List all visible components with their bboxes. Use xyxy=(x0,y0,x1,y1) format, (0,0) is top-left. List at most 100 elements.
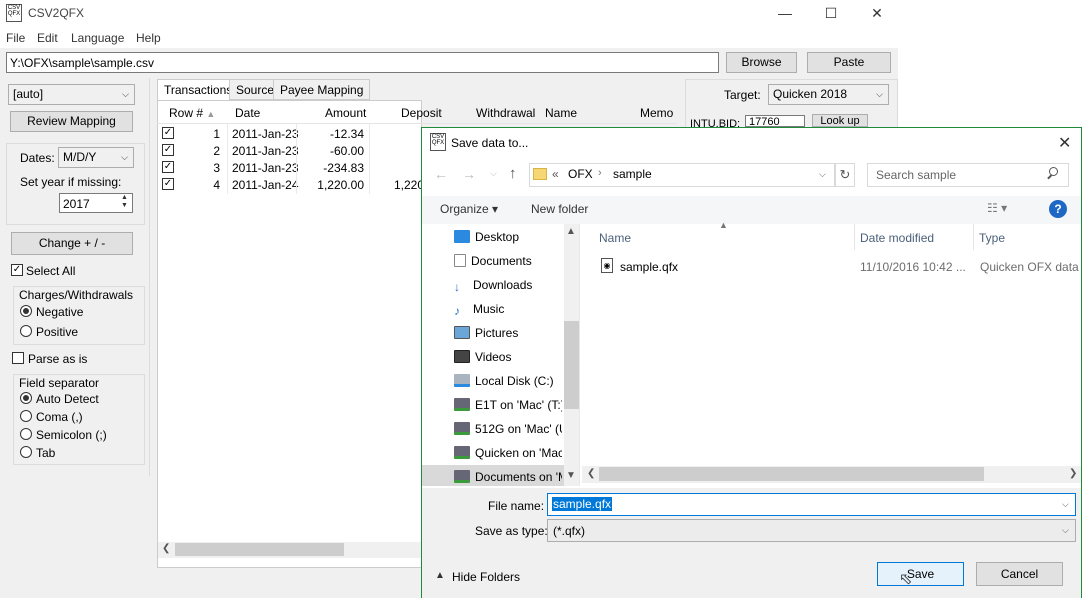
column-separator xyxy=(973,224,974,250)
dialog-close-icon[interactable]: ✕ xyxy=(1058,133,1071,153)
scroll-right-icon[interactable]: ❯ xyxy=(1069,468,1077,479)
separator-radio-coma[interactable] xyxy=(20,410,32,422)
network-drive-icon xyxy=(454,422,470,435)
column-header-date[interactable]: Date modified xyxy=(860,231,934,245)
minimize-button[interactable]: — xyxy=(762,0,808,26)
row-amount: 1,220.00 xyxy=(317,178,364,192)
breadcrumb-ofx[interactable]: OFX xyxy=(568,167,593,181)
nav-item-quicken[interactable]: Quicken on 'Mac' xyxy=(454,446,562,460)
target-label: Target: xyxy=(724,88,761,102)
column-memo[interactable]: Memo xyxy=(640,106,673,120)
new-folder-button[interactable]: New folder xyxy=(531,202,588,216)
refresh-icon[interactable]: ↻ xyxy=(835,163,855,187)
close-button[interactable]: ✕ xyxy=(854,0,900,26)
file-name-dropdown-icon[interactable]: ⌵ xyxy=(1062,499,1069,510)
menu-help[interactable]: Help xyxy=(136,31,161,45)
network-drive-icon xyxy=(454,446,470,459)
scrollbar-thumb[interactable] xyxy=(175,543,344,556)
nav-item-documents-mac[interactable]: Documents on 'M xyxy=(454,470,562,484)
separator-radio-tab[interactable] xyxy=(20,446,32,458)
folder-tree: Desktop Documents ↓ Downloads ♪ Music Pict… xyxy=(422,224,564,486)
select-all-checkbox[interactable]: ✓ xyxy=(11,264,23,276)
column-deposit[interactable]: Deposit xyxy=(401,106,442,120)
hide-folders-button[interactable]: Hide Folders xyxy=(452,570,520,584)
view-options-icon[interactable]: ☷ ▾ xyxy=(987,201,1007,215)
nav-item-local-disk[interactable]: Local Disk (C:) xyxy=(454,374,562,388)
cancel-button[interactable]: Cancel xyxy=(976,562,1063,586)
forward-arrow-icon[interactable]: → xyxy=(462,166,476,182)
mapping-select[interactable]: [auto] ⌵ xyxy=(8,84,135,105)
file-name-value: sample.qfx xyxy=(552,497,613,511)
nav-item-videos[interactable]: Videos xyxy=(454,350,562,364)
breadcrumb-sample[interactable]: sample xyxy=(613,167,652,181)
menu-file[interactable]: File xyxy=(6,31,25,45)
column-amount[interactable]: Amount xyxy=(325,106,366,120)
tab-payee-mapping[interactable]: Payee Mapping xyxy=(273,79,371,100)
music-icon: ♪ xyxy=(454,304,460,317)
dates-format-select[interactable]: M/D/Y ⌵ xyxy=(58,147,134,168)
separator-radio-semicolon[interactable] xyxy=(20,428,32,440)
column-name[interactable]: Name xyxy=(545,106,577,120)
positive-radio[interactable] xyxy=(20,325,32,337)
row-amount: -12.34 xyxy=(329,127,364,141)
menu-edit[interactable]: Edit xyxy=(37,31,58,45)
separator-label-coma: Coma (,) xyxy=(36,410,83,424)
lookup-button[interactable]: Look up xyxy=(812,114,868,127)
row-checkbox[interactable]: ✓ xyxy=(162,178,174,190)
scroll-down-icon[interactable]: ▼ xyxy=(566,470,576,481)
organize-menu[interactable]: Organize ▾ xyxy=(440,202,498,216)
scroll-left-icon[interactable]: ❮ xyxy=(587,468,595,479)
file-list-scrollbar-thumb[interactable] xyxy=(599,467,984,481)
row-amount: -234.83 xyxy=(323,161,364,175)
save-type-select[interactable] xyxy=(547,519,1076,542)
paste-button[interactable]: Paste xyxy=(807,52,891,73)
row-number: 3 xyxy=(213,161,220,175)
column-row-number[interactable]: Row # ▲ xyxy=(169,106,215,120)
row-checkbox[interactable]: ✓ xyxy=(162,127,174,139)
help-icon[interactable]: ? xyxy=(1049,200,1067,218)
negative-radio[interactable] xyxy=(20,305,32,317)
menu-language[interactable]: Language xyxy=(71,31,124,45)
nav-scrollbar-thumb[interactable] xyxy=(564,321,579,409)
row-checkbox[interactable]: ✓ xyxy=(162,161,174,173)
nav-item-e1t[interactable]: E1T on 'Mac' (T:) xyxy=(454,398,562,412)
parse-as-is-checkbox[interactable] xyxy=(12,352,24,364)
tab-transactions[interactable]: Transactions xyxy=(157,79,240,101)
year-spinner[interactable]: ▲ ▼ xyxy=(117,194,132,212)
downloads-icon: ↓ xyxy=(454,280,460,293)
separator-radio-auto[interactable] xyxy=(20,392,32,404)
intu-bid-input[interactable]: 17760 xyxy=(745,115,805,127)
change-sign-button[interactable]: Change + / - xyxy=(11,232,133,255)
intu-bid-value: 17760 xyxy=(749,116,780,127)
recent-dropdown-icon[interactable]: ⌵ xyxy=(490,168,497,179)
review-mapping-button[interactable]: Review Mapping xyxy=(10,111,133,132)
file-name-input[interactable] xyxy=(547,493,1076,516)
target-select[interactable]: Quicken 2018 ⌵ xyxy=(768,84,889,105)
scroll-left-icon[interactable]: ❮ xyxy=(162,543,170,554)
nav-item-downloads[interactable]: ↓ Downloads xyxy=(454,278,562,293)
column-withdrawal[interactable]: Withdrawal xyxy=(476,106,535,120)
breadcrumb-overflow[interactable]: « xyxy=(552,167,559,181)
back-arrow-icon[interactable]: ← xyxy=(434,166,448,182)
charges-group-label: Charges/Withdrawals xyxy=(19,288,134,302)
maximize-button[interactable]: ☐ xyxy=(808,0,854,26)
file-path-input[interactable]: Y:\OFX\sample\sample.csv xyxy=(6,52,719,73)
row-date: 2011-Jan-23 xyxy=(232,161,299,175)
nav-item-documents[interactable]: Documents xyxy=(454,254,562,268)
column-separator xyxy=(369,124,370,194)
nav-item-music[interactable]: ♪ Music xyxy=(454,302,562,317)
row-checkbox[interactable]: ✓ xyxy=(162,144,174,156)
column-separator xyxy=(227,124,228,194)
nav-item-512g[interactable]: 512G on 'Mac' (U:) xyxy=(454,422,562,436)
address-dropdown-icon[interactable]: ⌵ xyxy=(819,169,826,180)
nav-item-pictures[interactable]: Pictures xyxy=(454,326,562,340)
file-date: 11/10/2016 10:42 ... xyxy=(860,260,966,274)
column-header-type[interactable]: Type xyxy=(979,231,1005,245)
up-arrow-icon[interactable]: ↑ xyxy=(509,165,517,182)
column-date[interactable]: Date xyxy=(235,106,260,120)
save-button[interactable]: Save xyxy=(877,562,964,586)
nav-item-desktop[interactable]: Desktop xyxy=(454,230,562,244)
browse-button[interactable]: Browse xyxy=(726,52,797,73)
scroll-up-icon[interactable]: ▲ xyxy=(566,226,576,237)
column-header-name[interactable]: Name xyxy=(599,231,631,245)
